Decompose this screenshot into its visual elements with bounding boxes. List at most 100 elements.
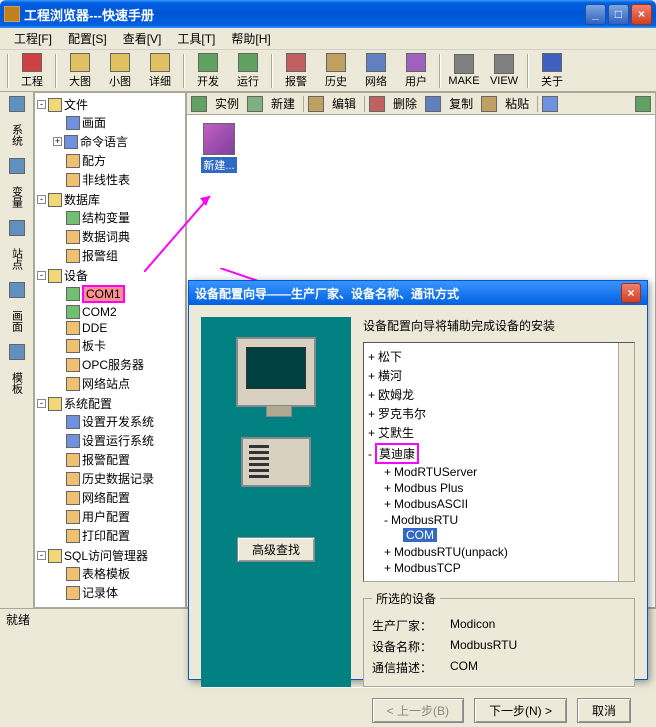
tree-tabletpl[interactable]: 表格模板: [82, 565, 130, 582]
comm-com[interactable]: COM: [403, 528, 437, 542]
vendor-rockwell[interactable]: 罗克韦尔: [378, 405, 426, 422]
wizard-illustration: 高级查找: [201, 317, 351, 687]
tree-netsite[interactable]: 网络站点: [82, 375, 130, 392]
vtab-icon-template[interactable]: [9, 344, 25, 360]
menu-view[interactable]: 查看[V]: [115, 28, 170, 49]
tree-histdata[interactable]: 历史数据记录: [82, 470, 154, 487]
rtb-paste[interactable]: 粘贴: [501, 94, 533, 113]
rtb-del[interactable]: 删除: [389, 94, 421, 113]
rtb-edit[interactable]: 编辑: [328, 94, 360, 113]
tree-device[interactable]: 设备: [64, 267, 88, 284]
vendor-tree-scrollbar[interactable]: [618, 343, 634, 581]
tb-run[interactable]: 运行: [228, 52, 268, 90]
rtb-more-icon[interactable]: [542, 96, 558, 112]
dev-modbustcp[interactable]: ModbusTCP: [394, 561, 461, 575]
tb-about[interactable]: 关于: [532, 52, 572, 90]
rtb-copy[interactable]: 复制: [445, 94, 477, 113]
dev-modbusplus[interactable]: Modbus Plus: [394, 481, 463, 495]
rtb-copy-icon[interactable]: [425, 96, 441, 112]
cancel-button[interactable]: 取消: [577, 698, 631, 723]
tree-sql[interactable]: SQL访问管理器: [64, 547, 148, 564]
tree-sysconfig[interactable]: 系统配置: [64, 395, 112, 412]
vendor-omron[interactable]: 欧姆龙: [378, 386, 414, 403]
tree-netcfg[interactable]: 网络配置: [82, 489, 130, 506]
prev-button[interactable]: < 上一步(B): [372, 698, 464, 723]
tb-dev[interactable]: 开发: [188, 52, 228, 90]
vtab-icon-site[interactable]: [9, 220, 25, 236]
rtb-paste-icon[interactable]: [481, 96, 497, 112]
dev-modbusrtu[interactable]: ModbusRTU: [391, 513, 458, 527]
rtb-export-icon[interactable]: [635, 96, 651, 112]
tree-recipe[interactable]: 配方: [82, 152, 106, 169]
rtb-new[interactable]: 新建: [267, 94, 299, 113]
minimize-button[interactable]: _: [585, 4, 606, 25]
tree-devsys[interactable]: 设置开发系统: [82, 413, 154, 430]
rtb-instance[interactable]: 实例: [211, 94, 243, 113]
maximize-button[interactable]: □: [608, 4, 629, 25]
tb-history[interactable]: 历史: [316, 52, 356, 90]
project-tree[interactable]: -文件 画面 +命令语言 配方 非线性表 -数据库 结构变量 数据词典 报警组 …: [34, 92, 186, 608]
tree-alarmgroup[interactable]: 报警组: [82, 247, 118, 264]
next-button[interactable]: 下一步(N) >: [474, 698, 567, 723]
vtab-icon-screen[interactable]: [9, 282, 25, 298]
tree-file[interactable]: 文件: [64, 96, 88, 113]
tree-card[interactable]: 板卡: [82, 337, 106, 354]
vtab-system[interactable]: 系统: [7, 120, 27, 150]
tree-alarmcfg[interactable]: 报警配置: [82, 451, 130, 468]
tree-db[interactable]: 数据库: [64, 191, 100, 208]
rtb-new-icon[interactable]: [247, 96, 263, 112]
tree-dict[interactable]: 数据词典: [82, 228, 130, 245]
dev-modbusrtu-unpack[interactable]: ModbusRTU(unpack): [394, 545, 508, 559]
vendor-emerson[interactable]: 艾默生: [378, 424, 414, 441]
main-toolbar: 工程 大图 小图 详细 开发 运行 报警 历史 网络 用户 MAKE VIEW …: [0, 50, 656, 92]
menu-tools[interactable]: 工具[T]: [169, 28, 223, 49]
vendor-modicon[interactable]: 莫迪康: [375, 443, 419, 464]
menu-config[interactable]: 配置[S]: [60, 28, 115, 49]
wizard-close-button[interactable]: ×: [621, 283, 641, 303]
tb-bigicon[interactable]: 大图: [60, 52, 100, 90]
dev-modrtuserver[interactable]: ModRTUServer: [394, 465, 477, 479]
dev-modbusascii[interactable]: ModbusASCII: [394, 497, 468, 511]
tb-smallicon[interactable]: 小图: [100, 52, 140, 90]
content-item-new[interactable]: 新建...: [197, 123, 241, 173]
tree-record[interactable]: 记录体: [82, 584, 118, 601]
vendor-tree[interactable]: +松下 +横河 +欧姆龙 +罗克韦尔 +艾默生 -莫迪康 +ModRTUServ…: [363, 342, 635, 582]
rtb-edit-icon[interactable]: [308, 96, 324, 112]
tb-view[interactable]: VIEW: [484, 52, 524, 90]
devname-value: ModbusRTU: [450, 638, 517, 655]
vtab-icon-system[interactable]: [9, 96, 25, 112]
plc-icon: [241, 437, 311, 487]
tree-runsys[interactable]: 设置运行系统: [82, 432, 154, 449]
vendor-panasonic[interactable]: 松下: [378, 348, 402, 365]
tree-struct[interactable]: 结构变量: [82, 209, 130, 226]
tree-screen[interactable]: 画面: [82, 114, 106, 131]
advanced-search-button[interactable]: 高级查找: [237, 537, 315, 562]
vtab-site[interactable]: 站点: [7, 244, 27, 274]
tree-cmd[interactable]: 命令语言: [80, 133, 128, 150]
tree-com2[interactable]: COM2: [82, 305, 117, 319]
tree-nonlinear[interactable]: 非线性表: [82, 171, 130, 188]
vtab-icon-var[interactable]: [9, 158, 25, 174]
vtab-var[interactable]: 变量: [7, 182, 27, 212]
tb-detail[interactable]: 详细: [140, 52, 180, 90]
close-button[interactable]: ×: [631, 4, 652, 25]
tb-user[interactable]: 用户: [396, 52, 436, 90]
vendor-yokogawa[interactable]: 横河: [378, 367, 402, 384]
menu-help[interactable]: 帮助[H]: [223, 28, 278, 49]
computer-icon: [236, 337, 316, 407]
vtab-template[interactable]: 模板: [7, 368, 27, 398]
tree-printcfg[interactable]: 打印配置: [82, 527, 130, 544]
rtb-del-icon[interactable]: [369, 96, 385, 112]
tb-project[interactable]: 工程: [12, 52, 52, 90]
tree-dde[interactable]: DDE: [82, 321, 107, 335]
tb-network[interactable]: 网络: [356, 52, 396, 90]
tree-com1[interactable]: COM1: [82, 285, 125, 303]
tree-opc[interactable]: OPC服务器: [82, 356, 144, 373]
vtab-screen[interactable]: 画面: [7, 306, 27, 336]
tb-make[interactable]: MAKE: [444, 52, 484, 90]
menu-project[interactable]: 工程[F]: [6, 28, 60, 49]
tree-usercfg[interactable]: 用户配置: [82, 508, 130, 525]
wizard-titlebar[interactable]: 设备配置向导——生产厂家、设备名称、通讯方式 ×: [189, 281, 647, 305]
tb-alarm[interactable]: 报警: [276, 52, 316, 90]
rtb-back-icon[interactable]: [191, 96, 207, 112]
